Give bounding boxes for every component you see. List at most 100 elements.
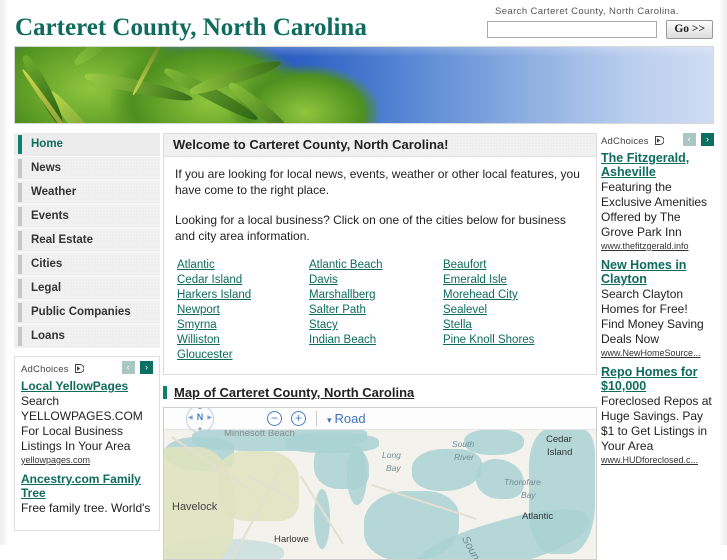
map-mode-dropdown[interactable]: ▾ Road [327,411,366,428]
ad-title-link[interactable]: Repo Homes for $10,000 [601,365,714,393]
map-label: Harlowe [274,534,309,545]
compass-up-arrow-icon[interactable]: ▲ [187,408,213,411]
search-area: Search Carteret County, North Carolina. … [487,6,717,39]
sidebar-item-news[interactable]: News [14,157,160,180]
sidebar-item-legal[interactable]: Legal [14,277,160,300]
map-label: Minnesott Beach [224,429,295,439]
city-link[interactable]: Harkers Island [177,288,309,302]
ad-prev-arrow-icon[interactable]: ‹ [682,133,696,146]
sidebar-item-weather[interactable]: Weather [14,181,160,204]
search-label: Search Carteret County, North Carolina. [495,6,679,17]
sidebar-item-label: Events [31,210,69,222]
compass-down-arrow-icon[interactable]: ▼ [187,427,213,433]
map-label: Havelock [172,501,218,513]
sidebar-item-loans[interactable]: Loans [14,325,160,348]
adchoices-triangle-icon[interactable] [655,134,665,148]
compass-right-arrow-icon[interactable]: ▶ [207,414,212,421]
sidebar-item-label: Cities [31,258,63,270]
zoom-in-button[interactable]: + [291,411,306,426]
map-toolbar-divider [316,411,317,426]
ad-body-text: Search YELLOWPAGES.COM For Local Busines… [21,394,143,453]
city-link[interactable]: Williston [177,333,309,347]
sidebar-item-label: News [31,162,62,174]
left-sidebar: Home News Weather Events Real Estate Cit… [14,133,160,531]
sidebar-item-label: Real Estate [31,234,94,246]
zoom-out-button[interactable]: − [267,411,282,426]
map-label: Cedar [546,434,572,445]
ad-title-link[interactable]: Ancestry.com Family Tree [21,472,153,500]
welcome-body: If you are looking for local news, event… [164,157,596,374]
page-root: Carteret County, North Carolina Search C… [0,0,727,560]
ad-url-link[interactable]: www.thefitzgerald.info [601,241,714,251]
map-canvas[interactable]: Minnesott Beach South River Long Bay Ced… [164,429,596,559]
map-land-area [219,451,299,521]
site-header: Carteret County, North Carolina Search C… [7,0,720,45]
city-link[interactable]: Davis [309,273,443,287]
compass-control[interactable]: ▲ ◀ N ▶ ▼ [186,408,214,433]
search-input[interactable] [487,21,657,38]
map-section: Map of Carteret County, North Carolina ▲… [163,385,597,560]
city-link[interactable]: Sealevel [443,303,585,317]
city-link[interactable]: Cedar Island [177,273,309,287]
city-link[interactable]: Atlantic [177,258,309,272]
map-label: Atlantic [522,511,554,522]
city-link[interactable]: Marshallberg [309,288,443,302]
city-link[interactable]: Pine Knoll Shores [443,333,585,347]
city-link[interactable]: Indian Beach [309,333,443,347]
city-link[interactable]: Smyrna [177,318,309,332]
map-label: Island [547,447,573,458]
search-go-button[interactable]: Go >> [666,20,714,39]
ad-title-link[interactable]: New Homes in Clayton [601,258,714,286]
right-adchoices-bar: AdChoices ‹ › [601,133,714,147]
sidebar-item-label: Legal [31,282,62,294]
map-label: Bay [521,490,536,500]
ad-url-link[interactable]: www.NewHomeSource... [601,348,714,358]
map-title[interactable]: Map of Carteret County, North Carolina [163,385,597,402]
sidebar-item-label: Public Companies [31,306,131,318]
sidebar-item-label: Loans [31,330,65,342]
map-label: South [452,439,475,449]
adchoices-label[interactable]: AdChoices [21,364,69,375]
banner-image [14,46,714,124]
ad-url-link[interactable]: yellowpages.com [21,455,153,465]
main-content: Welcome to Carteret County, North Caroli… [163,133,597,560]
map-toolbar: ▲ ◀ N ▶ ▼ − + ▾ Road [164,408,596,433]
ad-next-arrow-icon[interactable]: › [701,133,714,146]
city-links-grid: Atlantic Atlantic Beach Beaufort Cedar I… [175,258,585,368]
sidebar-item-events[interactable]: Events [14,205,160,228]
map-label: Bay [386,463,401,473]
adchoices-triangle-icon[interactable] [75,362,85,376]
ad-url-link[interactable]: www.HUDforeclosed.c... [601,455,714,465]
ad-prev-arrow-icon[interactable]: ‹ [121,361,135,374]
city-link[interactable]: Gloucester [177,348,309,362]
sidebar-item-real-estate[interactable]: Real Estate [14,229,160,252]
city-link[interactable]: Atlantic Beach [309,258,443,272]
city-link[interactable]: Emerald Isle [443,273,585,287]
page-left-edge [0,0,7,545]
sidebar-item-cities[interactable]: Cities [14,253,160,276]
page-right-edge [720,0,727,545]
ad-body-text: Search Clayton Homes for Free! Find Mone… [601,287,704,346]
site-title: Carteret County, North Carolina [15,14,367,41]
city-link[interactable]: Salter Path [309,303,443,317]
city-link[interactable]: Beaufort [443,258,585,272]
sidebar-item-public-companies[interactable]: Public Companies [14,301,160,324]
right-ad-block: AdChoices ‹ › The Fitzgerald, Asheville … [601,133,714,465]
city-link[interactable]: Newport [177,303,309,317]
map-water-body [347,445,367,505]
city-link[interactable]: Stacy [309,318,443,332]
map-label: Long [382,450,401,460]
ad-title-link[interactable]: The Fitzgerald, Asheville [601,151,714,179]
ad-next-arrow-icon[interactable]: › [140,361,153,374]
map-mode-label: Road [334,411,366,426]
welcome-paragraph-1: If you are looking for local news, event… [175,167,580,197]
ad-body-text: Free family tree. World's [21,501,151,515]
ad-title-link[interactable]: Local YellowPages [21,379,153,393]
city-link[interactable]: Morehead City [443,288,585,302]
map-widget[interactable]: ▲ ◀ N ▶ ▼ − + ▾ Road Minnesott Beach Sou… [163,407,597,560]
map-label: Thorofare [504,477,541,487]
ad-body-text: Foreclosed Repos at Huge Savings. Pay $1… [601,394,712,453]
sidebar-item-home[interactable]: Home [14,133,160,156]
city-link[interactable]: Stella [443,318,585,332]
adchoices-label[interactable]: AdChoices [601,136,649,147]
